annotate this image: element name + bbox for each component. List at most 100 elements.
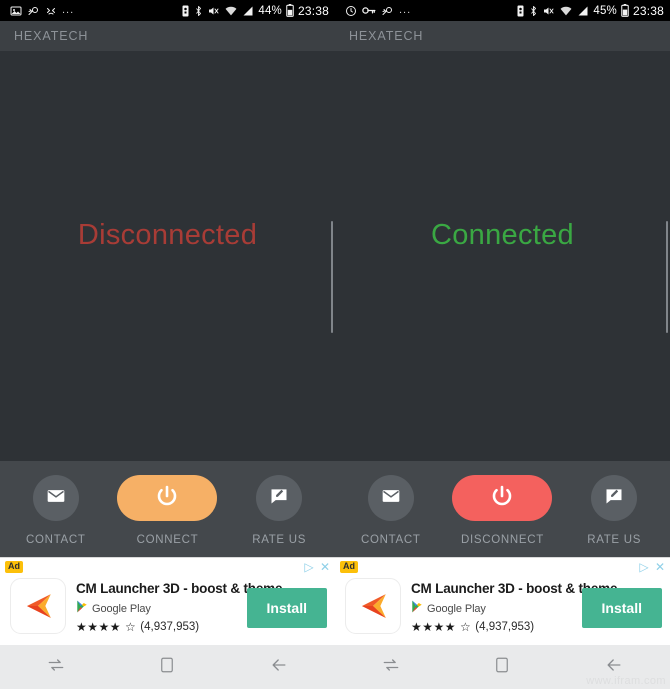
disconnect-button[interactable]: [452, 475, 553, 521]
adchoices-triangle-icon[interactable]: ▷: [302, 560, 316, 574]
recents-icon: [381, 655, 401, 680]
disconnect-label: DISCONNECT: [460, 534, 544, 546]
status-clock: 23:38: [297, 3, 329, 18]
recents-icon: [46, 655, 66, 680]
ad-controls: ▷ ✕: [637, 560, 667, 574]
action-bar: CONTACT DISCONNECT RATE US: [335, 461, 670, 557]
mute-notification-icon: [27, 5, 40, 17]
recents-button[interactable]: [361, 645, 421, 689]
ad-store-name: Google Play: [427, 602, 486, 615]
vibrate-icon: [181, 5, 190, 17]
ad-badge: Ad: [340, 561, 358, 573]
mute-notification-icon: [381, 5, 394, 17]
ad-review-count: (4,937,953): [475, 620, 535, 633]
disconnect-action[interactable]: DISCONNECT: [452, 475, 553, 546]
ad-store-row: Google Play: [76, 600, 237, 618]
status-overflow-dots: ...: [62, 4, 75, 16]
ad-store-name: Google Play: [92, 602, 151, 615]
speaker-mute-icon: [542, 5, 555, 17]
status-bar: ... 45% 23:38: [335, 0, 670, 21]
ad-banner[interactable]: Ad ▷ ✕ CM Launcher 3D - boost & theme Go…: [0, 557, 335, 645]
signal-icon: [577, 5, 589, 17]
ad-badge: Ad: [5, 561, 23, 573]
alarm-clock-icon: [345, 5, 357, 17]
star-rating-icon: ★★★★: [411, 619, 457, 634]
envelope-icon: [381, 486, 401, 511]
back-button[interactable]: [249, 645, 309, 689]
back-arrow-icon: [604, 655, 624, 680]
vibrate-icon: [516, 5, 525, 17]
status-bar: ... 44% 23:38: [0, 0, 335, 21]
rate-us-action[interactable]: RATE US: [229, 475, 329, 546]
ad-store-row: Google Play: [411, 600, 572, 618]
android-navigation-bar: www.ifram.com: [335, 645, 670, 689]
contact-label: CONTACT: [361, 534, 421, 546]
half-star-icon: ☆: [460, 619, 472, 634]
ad-banner[interactable]: Ad ▷ ✕ CM Launcher 3D - boost & theme Go…: [335, 557, 670, 645]
rate-us-button[interactable]: [256, 475, 303, 521]
close-icon[interactable]: ✕: [653, 560, 667, 574]
ad-app-logo: [345, 577, 401, 634]
vpn-key-icon: [362, 5, 376, 16]
ad-rating-row: ★★★★ ☆ (4,937,953): [76, 621, 237, 633]
rate-us-label: RATE US: [587, 534, 642, 546]
app-title: HEXATECH: [14, 29, 89, 43]
ad-title: CM Launcher 3D - boost & theme: [411, 580, 618, 596]
contact-button[interactable]: [32, 475, 79, 521]
pane-connected: ... 45% 23:38 HEXATECH Connected CONTACT…: [335, 0, 670, 689]
connect-label: CONNECT: [136, 534, 199, 546]
power-icon: [155, 484, 179, 513]
connect-action[interactable]: CONNECT: [117, 475, 218, 546]
adchoices-triangle-icon[interactable]: ▷: [637, 560, 651, 574]
android-navigation-bar: [0, 645, 335, 689]
battery-percent: 44%: [258, 4, 282, 17]
ad-title: CM Launcher 3D - boost & theme: [76, 580, 283, 596]
close-icon[interactable]: ✕: [318, 560, 332, 574]
power-icon: [490, 484, 514, 513]
ad-install-button[interactable]: Install: [246, 587, 327, 628]
half-star-icon: ☆: [125, 619, 137, 634]
connection-status-text: Disconnected: [77, 219, 258, 251]
status-bar-system-icons: 44% 23:38: [181, 4, 329, 18]
contact-button[interactable]: [367, 475, 414, 521]
app-title: HEXATECH: [349, 29, 424, 43]
ad-rating-row: ★★★★ ☆ (4,937,953): [411, 621, 572, 633]
home-square-icon: [158, 656, 176, 679]
rate-us-button[interactable]: [591, 475, 638, 521]
status-clock: 23:38: [632, 3, 664, 18]
review-pencil-icon: [269, 486, 289, 511]
vpn-status-area: Connected: [335, 51, 670, 461]
pane-disconnected: ... 44% 23:38 HEXATECH Disconnected CONT…: [0, 0, 335, 689]
battery-icon: [621, 4, 629, 17]
screenshot-icon: [10, 5, 22, 17]
speaker-mute-icon: [207, 5, 220, 17]
battery-percent: 45%: [593, 4, 617, 17]
face-icon: [45, 5, 57, 17]
home-button[interactable]: [472, 645, 532, 689]
vertical-scrollbar[interactable]: [330, 221, 333, 333]
battery-icon: [286, 4, 294, 17]
rate-us-action[interactable]: RATE US: [564, 475, 664, 546]
connect-button[interactable]: [117, 475, 218, 521]
wifi-icon: [559, 5, 573, 17]
vertical-scrollbar[interactable]: [665, 221, 668, 333]
vpn-status-area: Disconnected: [0, 51, 335, 461]
recents-button[interactable]: [26, 645, 86, 689]
wifi-icon: [224, 5, 238, 17]
ad-install-button[interactable]: Install: [581, 587, 662, 628]
status-bar-notification-icons: ...: [10, 5, 181, 17]
contact-action[interactable]: CONTACT: [341, 475, 441, 546]
bluetooth-icon: [194, 5, 203, 17]
back-button[interactable]: [584, 645, 644, 689]
envelope-icon: [46, 486, 66, 511]
connection-status-text: Connected: [431, 219, 574, 251]
action-bar: CONTACT CONNECT RATE US: [0, 461, 335, 557]
ad-review-count: (4,937,953): [140, 620, 200, 633]
contact-action[interactable]: CONTACT: [6, 475, 106, 546]
bluetooth-icon: [529, 5, 538, 17]
home-button[interactable]: [137, 645, 197, 689]
home-square-icon: [493, 656, 511, 679]
ad-controls: ▷ ✕: [302, 560, 332, 574]
ad-text-block: CM Launcher 3D - boost & theme Google Pl…: [401, 571, 618, 633]
star-rating-icon: ★★★★: [76, 619, 122, 634]
